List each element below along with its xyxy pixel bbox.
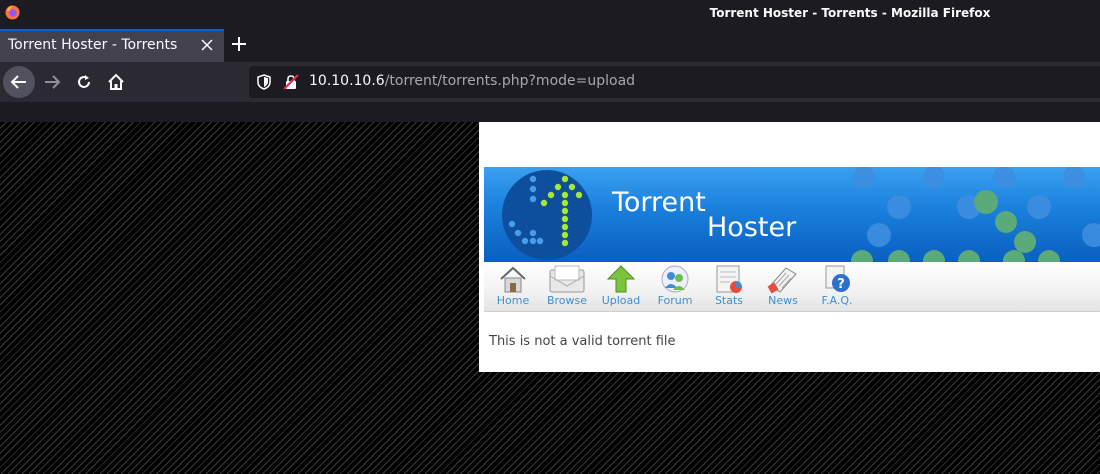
menu-item-faq[interactable]: ? F.A.Q. [810,264,864,310]
menu-item-stats[interactable]: Stats [702,264,756,310]
arrow-right-icon [45,75,61,89]
window-title: Torrent Hoster - Torrents - Mozilla Fire… [709,6,991,20]
tab-label: Torrent Hoster - Torrents [8,37,178,53]
home-icon [500,266,526,293]
url-text[interactable]: 10.10.10.6/torrent/torrents.php?mode=upl… [309,73,635,89]
site-banner: Torrent Hoster [484,167,1100,262]
menu-item-browse[interactable]: Browse [540,264,594,310]
tab-strip: Torrent Hoster - Torrents [0,28,1100,62]
reload-button[interactable] [68,66,100,98]
menu-label-news: News [768,294,798,307]
tracking-shield-icon[interactable] [257,74,271,90]
address-bar[interactable]: 10.10.10.6/torrent/torrents.php?mode=upl… [249,66,1100,98]
logo-text-line1: Torrent [612,187,706,218]
site-menu: Home Browse Upload Forum Stats News ? F.… [484,262,1100,312]
menu-label-home: Home [496,294,530,307]
new-tab-plus-icon[interactable] [230,35,248,53]
close-tab-icon[interactable] [200,38,214,52]
menu-item-upload[interactable]: Upload [594,264,648,310]
insecure-lock-icon[interactable] [283,74,299,90]
menu-item-home[interactable]: Home [486,264,540,310]
menu-label-upload: Upload [601,294,641,307]
browse-icon [549,265,585,293]
upload-arrow-icon [606,265,636,293]
menu-item-news[interactable]: News [756,264,810,310]
menu-label-forum: Forum [657,294,693,307]
forum-users-icon [661,265,689,293]
home-icon [108,73,124,90]
menu-label-faq: F.A.Q. [821,294,853,307]
logo-text-line2: Hoster [707,212,797,243]
url-path: /torrent/torrents.php?mode=upload [384,73,636,89]
stats-chart-icon [716,265,742,293]
news-paper-icon [767,267,797,294]
menu-label-browse: Browse [546,294,588,307]
menu-item-forum[interactable]: Forum [648,264,702,310]
navigation-toolbar: 10.10.10.6/torrent/torrents.php?mode=upl… [0,62,1100,102]
firefox-logo-icon [5,5,20,20]
web-page: Torrent Hoster Home Browse Upload Forum … [479,122,1100,372]
url-host: 10.10.10.6 [309,73,385,89]
window-titlebar: Torrent Hoster - Torrents - Mozilla Fire… [0,0,1100,28]
arrow-left-icon [10,75,26,89]
faq-help-icon: ? [825,265,850,292]
page-viewport: Torrent Hoster Home Browse Upload Forum … [0,102,1100,474]
error-message: This is not a valid torrent file [489,334,676,349]
reload-icon [78,75,90,88]
tab-torrent-hoster[interactable]: Torrent Hoster - Torrents [0,29,224,62]
menu-label-stats: Stats [714,294,744,307]
svg-text:?: ? [837,277,845,292]
back-button[interactable] [3,66,35,98]
home-button[interactable] [100,66,132,98]
forward-button[interactable] [36,66,68,98]
